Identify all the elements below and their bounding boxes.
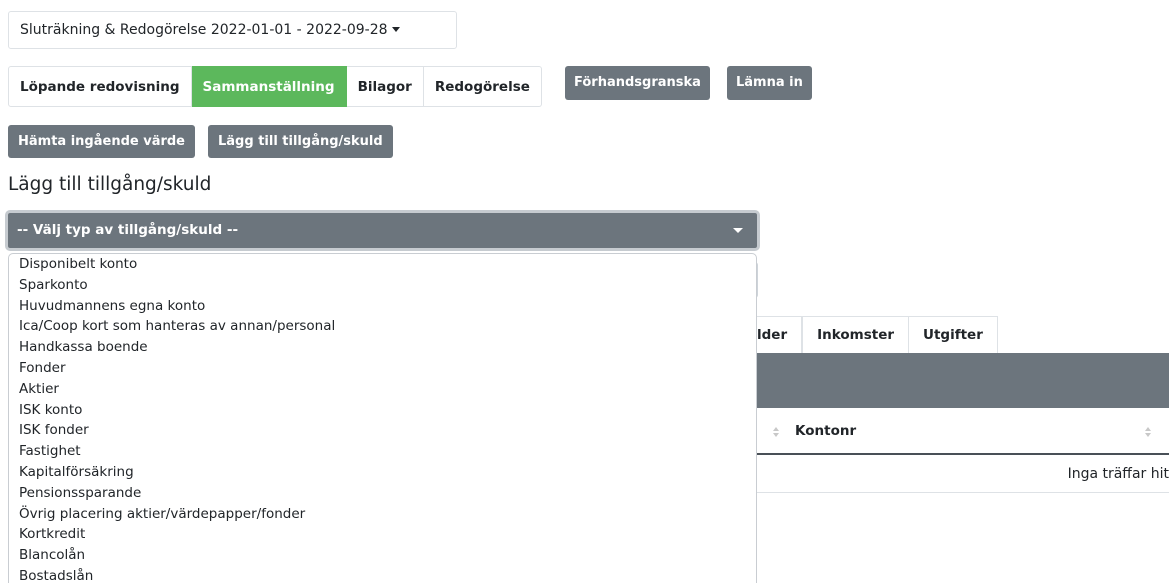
fetch-opening-value-button[interactable]: Hämta ingående värde	[8, 125, 196, 158]
tab-bilagor[interactable]: Bilagor	[346, 66, 424, 107]
chevron-down-icon	[733, 228, 743, 233]
option-aktier[interactable]: Aktier	[9, 379, 756, 400]
empty-message: Inga träffar hit	[1067, 466, 1169, 482]
option-bostadslan[interactable]: Bostadslån	[9, 566, 756, 583]
tab-inkomster[interactable]: Inkomster	[802, 316, 910, 353]
tab-lopande-redovisning[interactable]: Löpande redovisning	[8, 66, 192, 107]
option-sparkonto[interactable]: Sparkonto	[9, 275, 756, 296]
option-ovrig-placering[interactable]: Övrig placering aktier/värdepapper/fonde…	[9, 504, 756, 525]
option-huvudmannens-egna-konto[interactable]: Huvudmannens egna konto	[9, 296, 756, 317]
asset-type-options-list: Disponibelt konto Sparkonto Huvudmannens…	[8, 253, 757, 583]
section-heading: Lägg till tillgång/skuld	[8, 174, 212, 195]
sort-icon[interactable]	[1145, 427, 1151, 438]
option-blancolan[interactable]: Blancolån	[9, 545, 756, 566]
option-kortkredit[interactable]: Kortkredit	[9, 524, 756, 545]
option-pensionssparande[interactable]: Pensionssparande	[9, 483, 756, 504]
column-header-kontonr[interactable]: Kontonr	[795, 408, 856, 455]
asset-type-select[interactable]: -- Välj typ av tillgång/skuld --	[5, 210, 760, 251]
submit-button[interactable]: Lämna in	[727, 66, 812, 100]
asset-type-select-value: -- Välj typ av tillgång/skuld --	[8, 213, 757, 248]
tab-utgifter[interactable]: Utgifter	[909, 316, 998, 353]
sub-tabs: lder Inkomster Utgifter	[740, 316, 998, 353]
option-isk-fonder[interactable]: ISK fonder	[9, 420, 756, 441]
table-empty-row: Inga träffar hit	[740, 455, 1169, 493]
option-handkassa-boende[interactable]: Handkassa boende	[9, 337, 756, 358]
sort-icon[interactable]	[773, 427, 779, 438]
add-asset-liability-button[interactable]: Lägg till tillgång/skuld	[208, 125, 393, 158]
option-kapitalforsakring[interactable]: Kapitalförsäkring	[9, 462, 756, 483]
option-disponibelt-konto[interactable]: Disponibelt konto	[9, 254, 756, 275]
option-isk-konto[interactable]: ISK konto	[9, 400, 756, 421]
preview-button[interactable]: Förhandsgranska	[565, 66, 710, 100]
period-dropdown-button[interactable]: Sluträkning & Redogörelse 2022-01-01 - 2…	[8, 11, 457, 49]
tab-sammanstallning[interactable]: Sammanställning	[191, 66, 347, 107]
option-ica-coop-kort[interactable]: Ica/Coop kort som hanteras av annan/pers…	[9, 316, 756, 337]
main-tabs: Löpande redovisning Sammanställning Bila…	[8, 66, 542, 107]
option-fastighet[interactable]: Fastighet	[9, 441, 756, 462]
table-header-band	[740, 353, 1169, 408]
selected-option-label: -- Välj typ av tillgång/skuld --	[17, 222, 239, 238]
table-header-row: Kontonr	[740, 408, 1169, 455]
tab-redogorelse[interactable]: Redogörelse	[423, 66, 542, 107]
period-label: Sluträkning & Redogörelse 2022-01-01 - 2…	[20, 22, 388, 38]
caret-down-icon	[391, 27, 400, 32]
option-fonder[interactable]: Fonder	[9, 358, 756, 379]
